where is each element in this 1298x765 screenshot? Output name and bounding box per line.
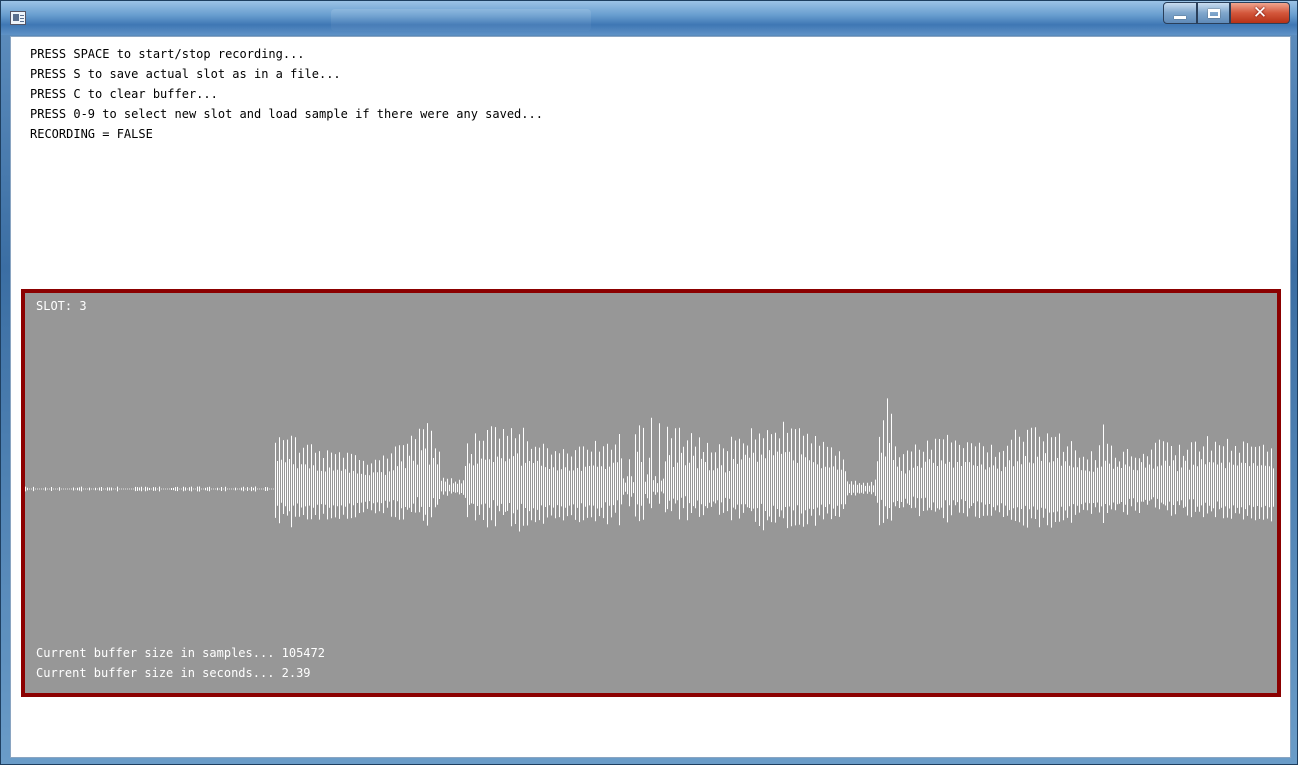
buffer-seconds-text: Current buffer size in seconds... 2.39: [36, 666, 311, 680]
waveform-path: [25, 398, 1274, 532]
slot-label: SLOT: 3: [36, 299, 87, 313]
close-button[interactable]: ✕: [1230, 2, 1290, 24]
instruction-line-space: PRESS SPACE to start/stop recording...: [30, 47, 305, 61]
maximize-button[interactable]: [1197, 2, 1230, 24]
instruction-list: PRESS SPACE to start/stop recording... P…: [30, 44, 543, 144]
close-icon: ✕: [1252, 3, 1268, 23]
title-text: [331, 9, 591, 31]
minimize-button[interactable]: [1163, 2, 1197, 24]
buffer-samples-text: Current buffer size in samples... 105472: [36, 646, 325, 660]
app-window: ✕ PRESS SPACE to start/stop recording...…: [0, 0, 1298, 765]
maximize-icon: [1207, 8, 1220, 18]
app-icon[interactable]: [10, 11, 26, 25]
client-area: PRESS SPACE to start/stop recording... P…: [10, 36, 1291, 758]
instruction-line-slot: PRESS 0-9 to select new slot and load sa…: [30, 107, 543, 121]
instruction-line-save: PRESS S to save actual slot as in a file…: [30, 67, 341, 81]
waveform-panel: SLOT: 3 Current buffer size in samples..…: [21, 289, 1281, 697]
waveform-samples: [25, 398, 1274, 532]
instruction-line-clear: PRESS C to clear buffer...: [30, 87, 218, 101]
title-bar[interactable]: ✕: [1, 1, 1297, 35]
recording-status: RECORDING = FALSE: [30, 127, 153, 141]
waveform: [25, 398, 1274, 532]
minimize-icon: [1174, 15, 1186, 19]
